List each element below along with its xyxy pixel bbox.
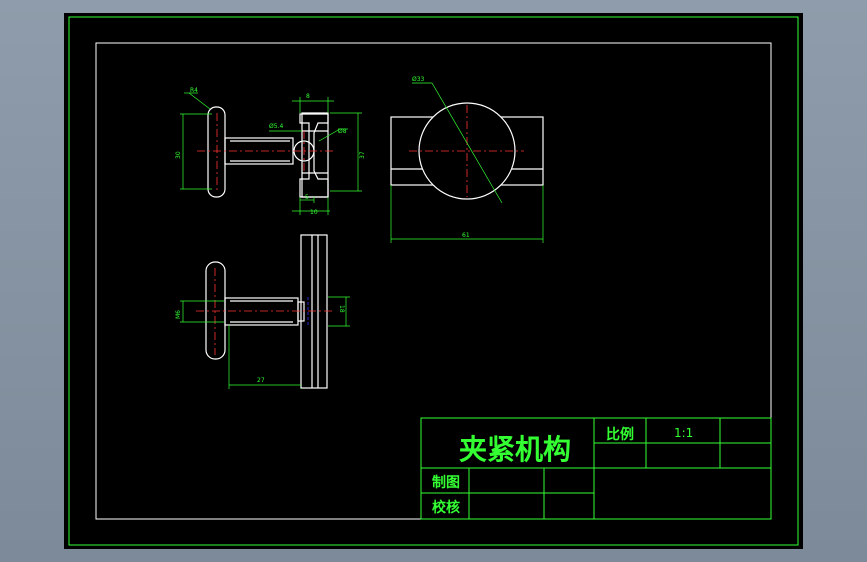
dim-r4: R4: [190, 87, 198, 94]
scale-label: 比例: [606, 426, 634, 443]
dim-ball-dia: Ø8: [338, 128, 347, 135]
dim-overall-length: 61: [462, 232, 470, 239]
side-view: [207, 106, 329, 198]
checked-label: 校核: [432, 499, 460, 516]
side-view-centerlines: [197, 113, 336, 191]
dim-bottom-length: 27: [257, 377, 265, 384]
dim-thread: M6: [175, 310, 182, 319]
top-view: [205, 234, 328, 389]
outer-frame: [68, 16, 799, 546]
dim-left-height: 30: [175, 151, 182, 159]
drawing-title: 夹紧机构: [459, 433, 571, 466]
dim-small-width: 5: [305, 194, 309, 201]
dim-top-width: 8: [306, 93, 310, 100]
dim-circle-dia: Ø33: [412, 76, 425, 83]
drawing-canvas[interactable]: R4 8 Ø5.4 Ø8 30 37 5 10 Ø33 61 M6 27 18 …: [64, 13, 803, 549]
scale-value: 1:1: [674, 426, 693, 440]
inner-frame: [95, 42, 772, 520]
dim-width-10: 10: [310, 209, 318, 216]
drawn-label: 制图: [432, 474, 460, 491]
dim-pin-dia: Ø5.4: [269, 123, 283, 130]
side-view-dimensions: [180, 92, 362, 215]
dim-block-height: 18: [338, 305, 345, 313]
dim-right-height: 37: [359, 151, 366, 159]
